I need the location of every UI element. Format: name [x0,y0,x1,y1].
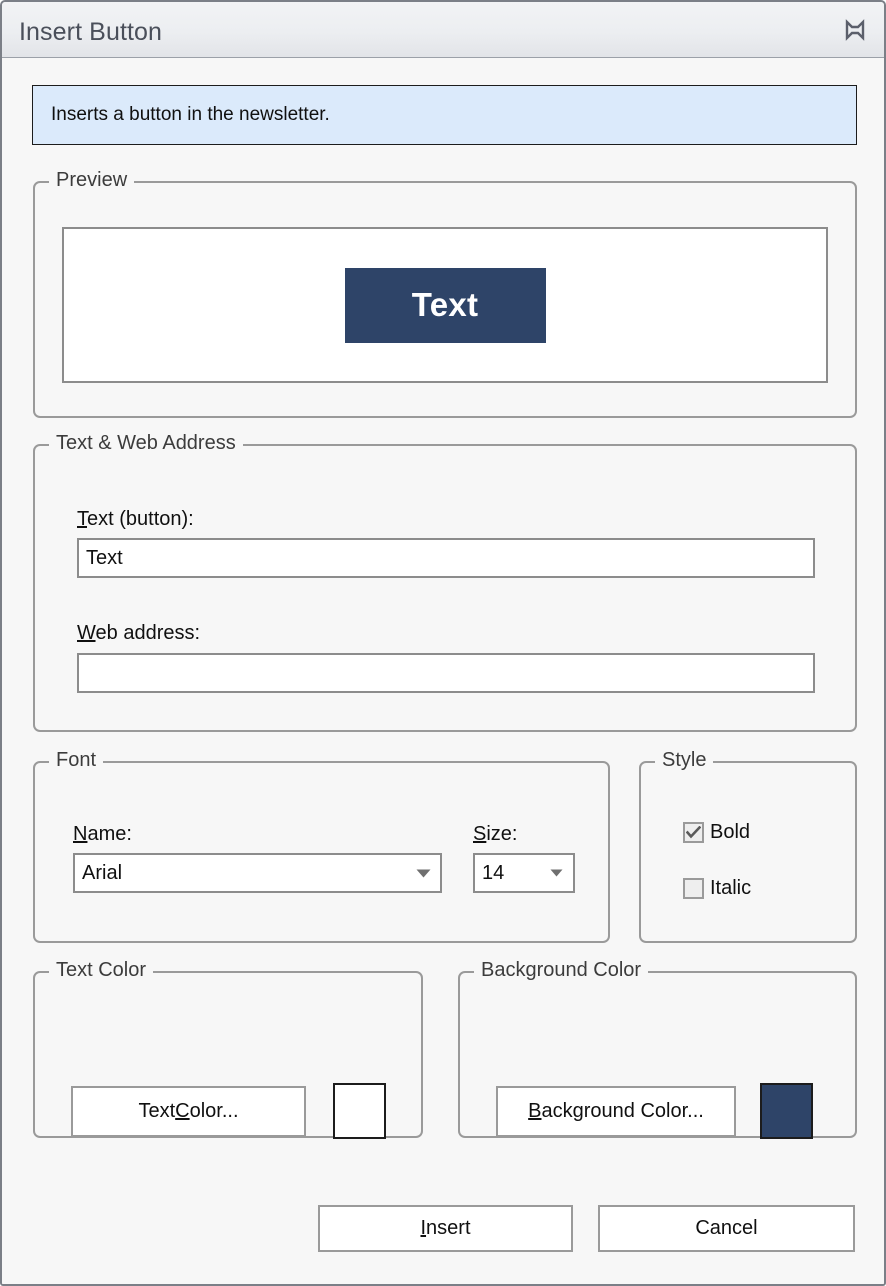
font-size-label: Size: [473,823,517,846]
style-group: Style Bold Italic [639,749,857,943]
web-address-label-rest: eb address: [95,622,201,644]
insert-button[interactable]: Insert [318,1205,573,1252]
text-button-input-value: Text [86,546,123,569]
web-address-input[interactable] [77,653,815,693]
checkmark-icon [686,826,701,839]
font-group: Font Name: Arial Size: 14 [33,749,610,943]
font-size-label-mnemonic: S [473,823,487,845]
chevron-down-icon [545,869,567,877]
dialog-title: Insert Button [19,18,163,46]
info-banner-text: Inserts a button in the newsletter. [51,104,330,125]
text-button-label-mnemonic: T [77,508,87,530]
text-color-group-legend: Text Color [49,959,154,982]
background-color-swatch[interactable] [760,1083,813,1139]
text-color-button-pre: Text [138,1100,176,1122]
bold-checkbox[interactable]: Bold [683,821,750,844]
italic-checkbox-label: Italic [710,877,752,899]
web-address-label: Web address: [77,622,200,645]
bold-checkbox-label: Bold [710,821,751,843]
text-web-group-legend: Text & Web Address [49,432,243,455]
font-group-legend: Font [49,749,104,772]
style-group-legend: Style [655,749,714,772]
text-button-input[interactable]: Text [77,538,815,578]
text-button-label-rest: ext (button): [87,508,194,530]
preview-button: Text [344,267,546,343]
text-color-group: Text Color Text Color... [33,959,423,1139]
preview-group: Preview Text [33,169,857,418]
dialog-body: Inserts a button in the newsletter. Prev… [2,59,884,1284]
info-banner: Inserts a button in the newsletter. [32,85,857,145]
text-color-button-post: olor... [189,1100,239,1122]
text-and-web-address-group: Text & Web Address Text (button): Text W… [33,432,857,732]
background-color-group-legend: Background Color [474,959,649,982]
text-color-button[interactable]: Text Color... [71,1086,306,1137]
background-color-button[interactable]: Background Color... [496,1086,736,1137]
font-size-combobox[interactable]: 14 [473,853,575,893]
checkbox-box-bold [683,822,704,843]
font-name-combobox[interactable]: Arial [73,853,442,893]
text-color-swatch[interactable] [333,1083,386,1139]
text-button-label: Text (button): [77,508,194,531]
background-color-button-mnemonic: B [528,1100,542,1122]
font-size-value: 14 [482,861,505,884]
preview-canvas: Text [62,227,828,383]
close-icon[interactable] [842,17,868,43]
font-name-label: Name: [73,823,132,846]
checkbox-box-italic [683,878,704,899]
web-address-label-mnemonic: W [77,622,96,644]
font-name-label-mnemonic: N [73,823,88,845]
insert-button-dialog: Insert Button Inserts a button in the ne… [0,0,886,1286]
title-bar: Insert Button [2,2,884,58]
text-color-button-mnemonic: C [175,1100,190,1122]
font-size-label-rest: ize: [486,823,518,845]
cancel-button-label: Cancel [695,1217,758,1239]
background-color-group: Background Color Background Color... [458,959,857,1139]
cancel-button[interactable]: Cancel [598,1205,855,1252]
font-name-label-rest: ame: [87,823,132,845]
font-name-value: Arial [82,861,123,884]
background-color-button-post: ackground Color... [541,1100,704,1122]
preview-group-legend: Preview [49,169,135,192]
insert-button-rest: nsert [426,1217,471,1239]
chevron-down-icon [412,869,434,878]
italic-checkbox[interactable]: Italic [683,877,751,900]
